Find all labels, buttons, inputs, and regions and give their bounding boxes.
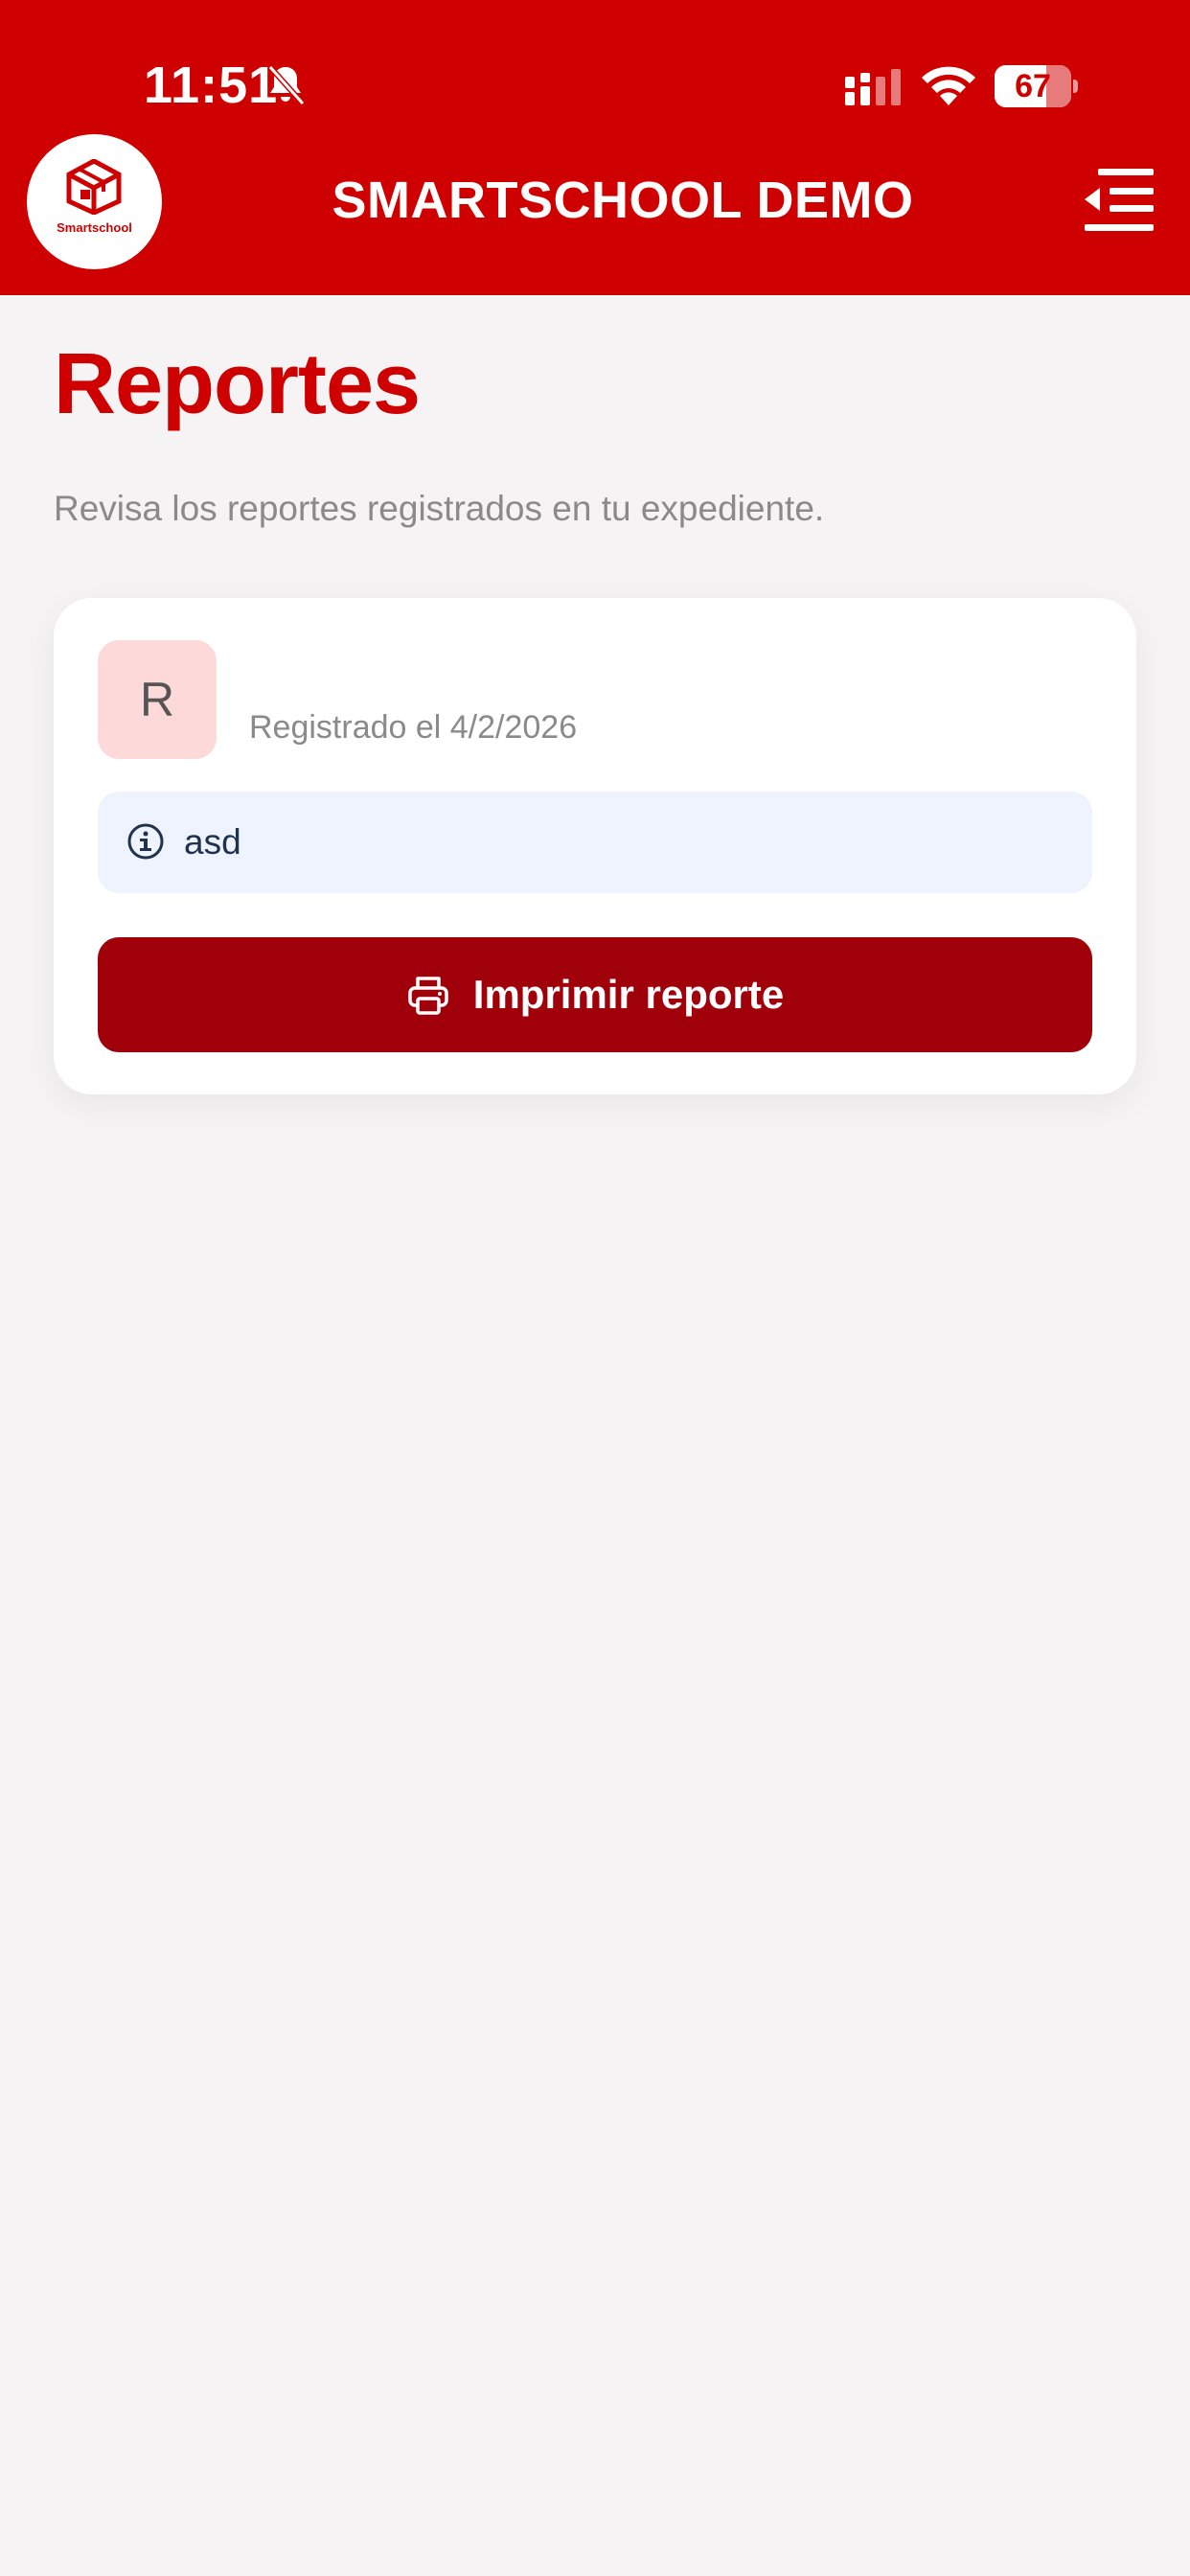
report-info-box: asd bbox=[98, 792, 1092, 893]
battery-percent: 67 bbox=[1015, 68, 1051, 104]
print-report-label: Imprimir reporte bbox=[472, 972, 785, 1017]
page-subtitle: Revisa los reportes registrados en tu ex… bbox=[54, 489, 825, 528]
status-time: 11:51 bbox=[144, 57, 279, 114]
bell-slash-icon bbox=[267, 64, 306, 106]
print-report-button[interactable]: Imprimir reporte bbox=[98, 937, 1092, 1052]
report-info-text: asd bbox=[184, 822, 241, 862]
menu-collapse-icon[interactable] bbox=[1081, 165, 1157, 234]
school-logo[interactable]: Smartschool bbox=[27, 134, 162, 269]
report-date: Registrado el 4/2/2026 bbox=[249, 709, 578, 746]
smartschool-logo-icon bbox=[66, 159, 122, 215]
logo-text: Smartschool bbox=[57, 220, 132, 235]
wifi-icon bbox=[922, 66, 975, 105]
battery-indicator: 67 bbox=[995, 65, 1078, 107]
cellular-signal-icon bbox=[845, 69, 901, 105]
report-card: R Registrado el 4/2/2026 asd Imprimir re… bbox=[54, 598, 1136, 1094]
page-title: Reportes bbox=[54, 336, 421, 432]
info-circle-icon bbox=[127, 823, 164, 860]
printer-icon bbox=[408, 977, 448, 1015]
app-header: 11:51 67 Smartschool SMARTSCHOOL DEMO bbox=[0, 0, 1190, 295]
app-title: SMARTSCHOOL DEMO bbox=[332, 172, 914, 229]
report-avatar: R bbox=[98, 640, 217, 759]
